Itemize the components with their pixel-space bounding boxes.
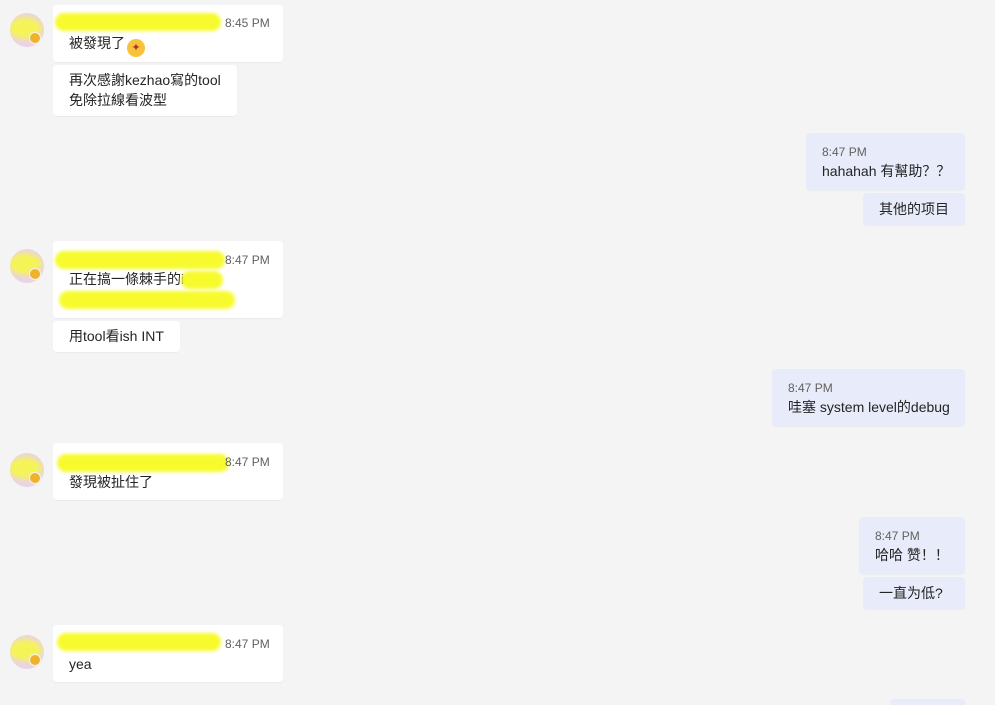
- message-bubble[interactable]: 8:45 PM 被發現了 ✦: [53, 5, 283, 62]
- redacted-sender-name: [57, 633, 221, 651]
- message-timestamp: 8:47 PM: [225, 455, 270, 469]
- message-text: 哈哈 赞！！: [875, 547, 949, 563]
- message-text: 用tool看ish INT: [69, 328, 164, 344]
- message-timestamp: 8:45 PM: [225, 16, 270, 30]
- message-bubble[interactable]: 8:47 PM 發現被扯住了: [53, 443, 283, 500]
- my-message-bubble[interactable]: 一直为低?: [863, 577, 965, 609]
- my-message-bubble[interactable]: [890, 699, 965, 705]
- message-text: 其他的项目: [879, 201, 949, 217]
- message-text-line: 再次感謝kezhao寫的tool: [69, 72, 221, 88]
- starstruck-emoji-icon: ✦: [127, 39, 145, 57]
- message-bubble[interactable]: 用tool看ish INT: [53, 321, 180, 352]
- sender-avatar[interactable]: [10, 635, 44, 669]
- message-text: yea: [69, 656, 92, 672]
- message-bubble[interactable]: 8:47 PM yea: [53, 625, 283, 682]
- message-bubble[interactable]: 再次感謝kezhao寫的tool 免除拉線看波型: [53, 65, 237, 116]
- message-timestamp: 8:47 PM: [875, 529, 920, 543]
- message-text-content: 被發現了: [69, 35, 125, 51]
- my-message-bubble[interactable]: 其他的项目: [863, 193, 965, 225]
- sender-avatar[interactable]: [10, 453, 44, 487]
- message-timestamp: 8:47 PM: [225, 637, 270, 651]
- presence-status-icon: [29, 268, 41, 280]
- message-timestamp: 8:47 PM: [225, 253, 270, 267]
- redacted-sender-name: [57, 454, 229, 472]
- my-message-bubble[interactable]: 8:47 PM 哈哈 赞！！: [859, 517, 965, 574]
- redacted-text: [181, 271, 223, 289]
- my-message-bubble[interactable]: 8:47 PM 哇塞 system level的debug: [772, 369, 965, 426]
- message-text: 被發現了 ✦: [69, 33, 145, 57]
- message-text: 哇塞 system level的debug: [788, 399, 950, 415]
- message-text: 再次感謝kezhao寫的tool 免除拉線看波型: [69, 70, 221, 110]
- redacted-text: [59, 291, 235, 309]
- presence-status-icon: [29, 32, 41, 44]
- message-text-line: 免除拉線看波型: [69, 92, 167, 108]
- message-text: hahahah 有幫助？？: [822, 163, 951, 179]
- message-text: 正在搞一條棘手的i: [69, 271, 185, 287]
- presence-status-icon: [29, 472, 41, 484]
- my-message-bubble[interactable]: 8:47 PM hahahah 有幫助？？: [806, 133, 965, 190]
- message-timestamp: 8:47 PM: [788, 381, 833, 395]
- message-bubble[interactable]: 8:47 PM 正在搞一條棘手的i: [53, 241, 283, 318]
- presence-status-icon: [29, 654, 41, 666]
- sender-avatar[interactable]: [10, 249, 44, 283]
- message-text: 一直为低?: [879, 585, 943, 601]
- message-text: 發現被扯住了: [69, 474, 153, 490]
- sender-avatar[interactable]: [10, 13, 44, 47]
- message-timestamp: 8:47 PM: [822, 145, 867, 159]
- redacted-sender-name: [55, 251, 225, 269]
- redacted-sender-name: [55, 13, 221, 31]
